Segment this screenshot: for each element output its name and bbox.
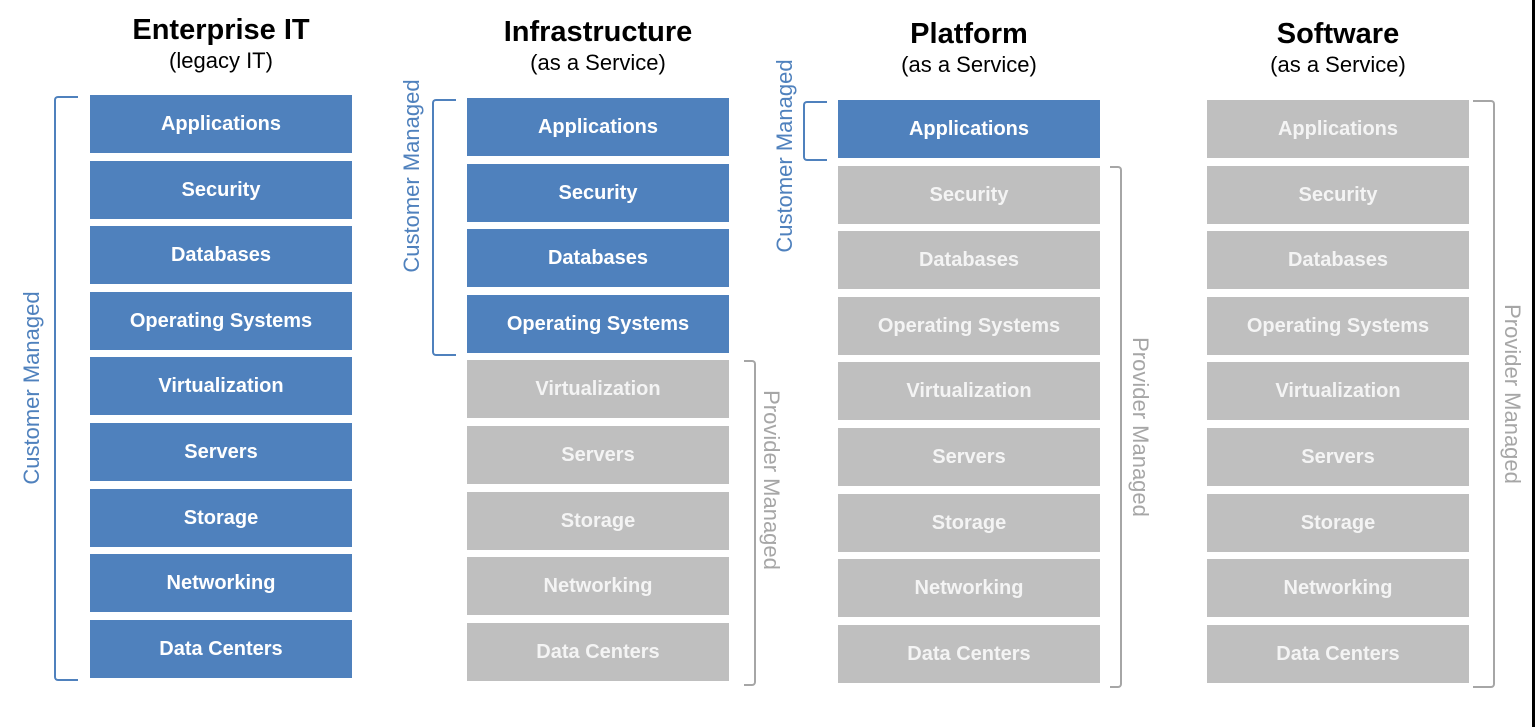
layer-box-operating-systems: Operating Systems [90, 292, 352, 350]
layer-box-data-centers: Data Centers [838, 625, 1100, 683]
layer-box-security: Security [1207, 166, 1469, 224]
layer-box-security: Security [90, 161, 352, 219]
layer-box-servers: Servers [838, 428, 1100, 486]
layer-box-operating-systems: Operating Systems [467, 295, 729, 353]
layer-box-storage: Storage [90, 489, 352, 547]
customer-managed-label: Customer Managed [399, 79, 424, 273]
layer-box-applications: Applications [467, 98, 729, 156]
provider-managed-bracket [744, 360, 756, 686]
customer-managed-bracket [54, 96, 78, 681]
layer-box-servers: Servers [90, 423, 352, 481]
layer-box-data-centers: Data Centers [90, 620, 352, 678]
layer-box-databases: Databases [838, 231, 1100, 289]
layer-box-applications: Applications [90, 95, 352, 153]
provider-managed-bracket [1473, 100, 1495, 688]
layer-box-security: Security [467, 164, 729, 222]
layer-box-operating-systems: Operating Systems [1207, 297, 1469, 355]
layer-box-networking: Networking [838, 559, 1100, 617]
provider-managed-label: Provider Managed [1128, 336, 1153, 517]
layer-box-virtualization: Virtualization [467, 360, 729, 418]
layer-box-operating-systems: Operating Systems [838, 297, 1100, 355]
column-subtitle: (as a Service) [1270, 52, 1406, 77]
column-title: Infrastructure [503, 16, 693, 48]
customer-managed-bracket [803, 101, 827, 161]
layer-box-databases: Databases [90, 226, 352, 284]
column-title: Platform [910, 18, 1028, 50]
layer-box-networking: Networking [467, 557, 729, 615]
layer-box-networking: Networking [90, 554, 352, 612]
layer-box-storage: Storage [1207, 494, 1469, 552]
layer-box-virtualization: Virtualization [1207, 362, 1469, 420]
column-title: Software [1276, 18, 1400, 50]
provider-managed-bracket [1110, 165, 1122, 688]
provider-managed-label: Provider Managed [1500, 304, 1525, 484]
provider-managed-label: Provider Managed [759, 390, 784, 570]
column-title: Enterprise IT [132, 14, 310, 46]
customer-managed-label: Customer Managed [19, 291, 44, 485]
layer-box-virtualization: Virtualization [838, 362, 1100, 420]
customer-managed-label: Customer Managed [772, 59, 797, 253]
layer-box-virtualization: Virtualization [90, 357, 352, 415]
column-subtitle: (as a Service) [901, 52, 1037, 77]
layer-box-applications: Applications [1207, 100, 1469, 158]
column-subtitle: (legacy IT) [169, 48, 273, 73]
layer-box-data-centers: Data Centers [467, 623, 729, 681]
layer-box-servers: Servers [467, 426, 729, 484]
column-subtitle: (as a Service) [530, 50, 666, 75]
layer-box-applications: Applications [838, 100, 1100, 158]
customer-managed-bracket [432, 99, 456, 356]
layer-box-servers: Servers [1207, 428, 1469, 486]
layer-box-databases: Databases [1207, 231, 1469, 289]
layer-box-storage: Storage [838, 494, 1100, 552]
layer-box-networking: Networking [1207, 559, 1469, 617]
layer-box-security: Security [838, 166, 1100, 224]
layer-box-data-centers: Data Centers [1207, 625, 1469, 683]
layer-box-databases: Databases [467, 229, 729, 287]
layer-box-storage: Storage [467, 492, 729, 550]
